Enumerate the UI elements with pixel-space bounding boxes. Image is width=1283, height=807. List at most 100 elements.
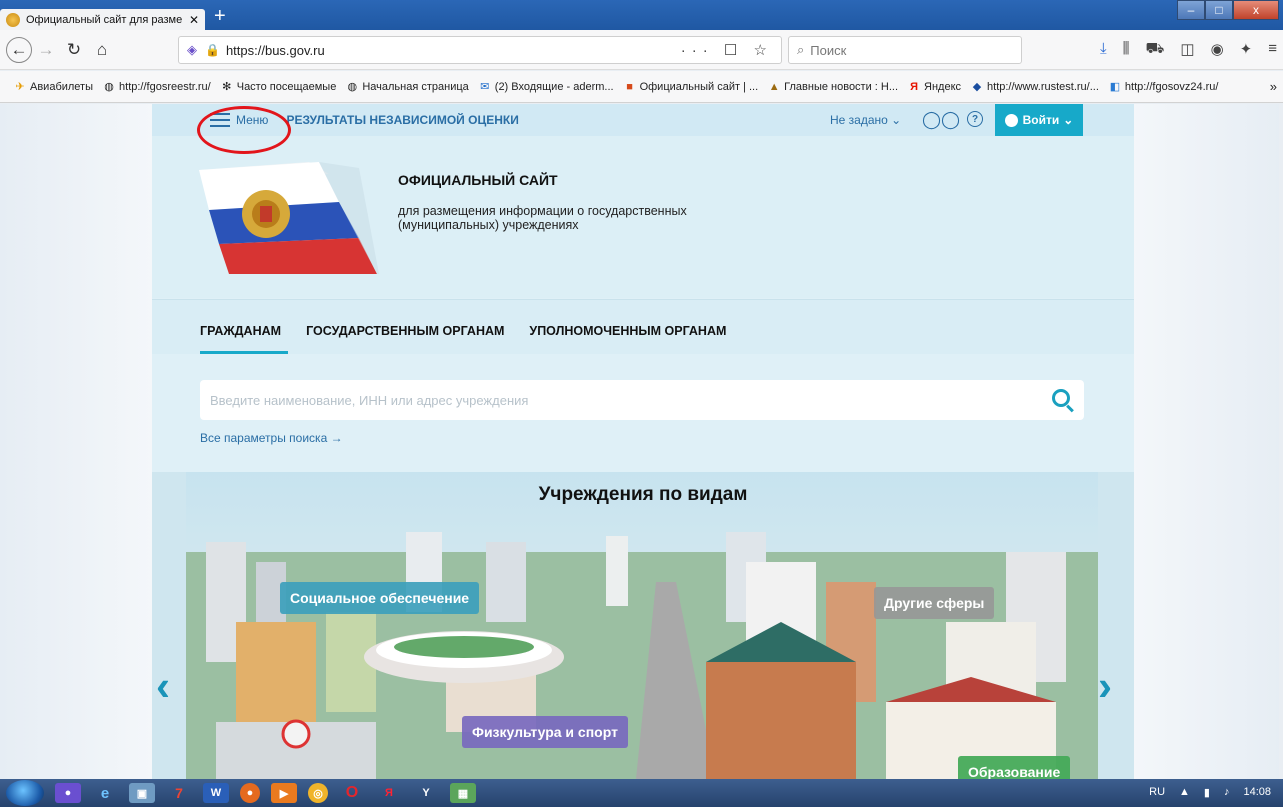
bookmark-label: Главные новости : Н... <box>784 80 899 93</box>
chrome-icon[interactable]: ◎ <box>308 783 328 803</box>
login-button[interactable]: Войти ⌄ <box>995 104 1083 136</box>
cart-icon[interactable]: ⛟ <box>1146 40 1165 59</box>
taskbar-app-icon[interactable]: ▦ <box>450 783 476 803</box>
bookmark-item[interactable]: ✻ Часто посещаемые <box>221 80 337 94</box>
taskbar-app-icon[interactable]: ● <box>55 783 81 803</box>
site-header: ОФИЦИАЛЬНЫЙ САЙТ для размещения информац… <box>152 136 1134 298</box>
os-taskbar: ● e ▣ 7 W ● ▶ ◎ O Я Y ▦ RU ▲ ▮ ♪ 14:08 <box>0 779 1283 807</box>
institution-types-carousel: Учреждения по видам Социальное обеспечен… <box>152 472 1134 779</box>
ie-browser-icon[interactable]: e <box>92 783 118 803</box>
tab-close-icon[interactable]: ✕ <box>189 13 199 27</box>
bookmark-item[interactable]: ◆ http://www.rustest.ru/... <box>971 80 1099 94</box>
sidebar-icon[interactable]: ◫ <box>1180 40 1194 59</box>
site-subtitle: для размещения информации о государствен… <box>398 204 687 232</box>
taskbar-app-icon[interactable]: 7 <box>166 783 192 803</box>
volume-icon[interactable]: ♪ <box>1224 786 1230 799</box>
lock-icon[interactable]: 🔒 <box>205 43 220 57</box>
gear-icon: ✻ <box>222 81 232 93</box>
bookmark-label: http://www.rustest.ru/... <box>987 80 1099 93</box>
back-button[interactable]: ← <box>6 36 32 63</box>
news-icon: ▲ <box>768 80 780 93</box>
highlight-circle-annotation <box>197 106 291 154</box>
browser-toolbar: ← → ↻ ⌂ ◈ 🔒 https://bus.gov.ru ··· ☐ ☆ ⌕… <box>0 30 1283 70</box>
start-button[interactable] <box>6 780 44 806</box>
browser-search-placeholder: Поиск <box>810 42 847 58</box>
tab-citizens[interactable]: ГРАЖДАНАМ <box>200 324 289 354</box>
login-label: Войти <box>1022 113 1060 127</box>
library-icon[interactable]: ⫼ <box>1123 40 1130 59</box>
bookmark-label: Часто посещаемые <box>236 80 337 93</box>
site-favicon-icon <box>6 12 20 27</box>
address-bar[interactable]: ◈ 🔒 https://bus.gov.ru ··· ☐ ☆ <box>178 36 782 64</box>
firefox-icon[interactable]: ● <box>240 783 260 803</box>
globe-icon: ◍ <box>104 81 114 93</box>
tab-state-bodies[interactable]: ГОСУДАРСТВЕННЫМ ОРГАНАМ <box>306 324 504 354</box>
tab-authorized-bodies[interactable]: УПОЛНОМОЧЕННЫМ ОРГАНАМ <box>529 324 726 354</box>
extension-icon[interactable]: ✦ <box>1240 40 1253 59</box>
bookmark-item[interactable]: ◧ http://fgosovz24.ru/ <box>1109 81 1219 94</box>
tray-expand-icon[interactable]: ▲ <box>1179 786 1190 799</box>
new-tab-button[interactable]: + <box>214 6 226 26</box>
all-search-params-link[interactable]: Все параметры поиска → <box>200 431 343 445</box>
close-window-button[interactable]: x <box>1233 0 1279 20</box>
opera-icon[interactable]: O <box>339 783 365 803</box>
home-button[interactable]: ⌂ <box>88 36 116 64</box>
search-placeholder: Введите наименование, ИНН или адрес учре… <box>210 392 529 408</box>
bookmark-label: Авиабилеты <box>30 80 94 93</box>
more-bookmarks-icon[interactable]: » <box>1270 79 1277 94</box>
bookmark-label: Яндекс <box>924 80 962 93</box>
search-icon: ⌕ <box>797 42 805 57</box>
help-icon[interactable]: ? <box>967 111 983 127</box>
bookmark-label: Начальная страница <box>362 80 469 93</box>
clock[interactable]: 14:08 <box>1243 786 1271 799</box>
bookmark-item[interactable]: ▲ Главные новости : Н... <box>768 81 898 93</box>
taskbar-app-icon[interactable]: Y <box>413 783 439 803</box>
page-actions-icon[interactable]: ··· ☐ ☆ <box>681 41 773 59</box>
forward-button[interactable]: → <box>32 36 60 64</box>
category-education[interactable]: Образование <box>958 756 1071 779</box>
carousel-prev-arrow-icon[interactable]: ‹ <box>156 662 170 710</box>
bookmark-item[interactable]: ◍ http://fgosreestr.ru/ <box>103 81 211 94</box>
category-other-areas[interactable]: Другие сферы <box>874 587 995 619</box>
hamburger-menu-icon[interactable]: ≡ <box>1268 40 1277 59</box>
language-indicator[interactable]: RU <box>1149 786 1165 799</box>
maximize-button[interactable]: □ <box>1205 0 1233 20</box>
minimize-button[interactable]: – <box>1177 0 1205 20</box>
rustest-icon: ◆ <box>972 81 982 93</box>
carousel-next-arrow-icon[interactable]: › <box>1098 662 1112 710</box>
search-icon[interactable] <box>1052 389 1070 407</box>
bookmark-item[interactable]: ■ Официальный сайт | ... <box>624 81 758 93</box>
institution-search-input[interactable]: Введите наименование, ИНН или адрес учре… <box>200 380 1084 420</box>
account-icon[interactable]: ◉ <box>1211 40 1224 59</box>
region-selector[interactable]: Не задано ⌄ <box>830 113 901 127</box>
browser-tab-strip: Официальный сайт для разме ✕ + – □ x <box>0 0 1283 30</box>
reload-button[interactable]: ↻ <box>60 36 88 64</box>
yandex-browser-icon[interactable]: Я <box>376 783 402 803</box>
browser-tools: ⤓ ⫼ ⛟ ◫ ◉ ✦ ≡ <box>1100 40 1277 59</box>
taskbar-app-icon[interactable]: ▣ <box>129 783 155 803</box>
browser-search-input[interactable]: ⌕ Поиск <box>788 36 1022 64</box>
audience-tabs: ГРАЖДАНАМ ГОСУДАРСТВЕННЫМ ОРГАНАМ УПОЛНО… <box>152 299 1134 354</box>
word-icon[interactable]: W <box>203 783 229 803</box>
download-icon[interactable]: ⤓ <box>1100 40 1107 59</box>
network-icon[interactable]: ▮ <box>1204 786 1210 799</box>
tracking-shield-icon[interactable]: ◈ <box>187 42 197 58</box>
accessibility-glasses-icon[interactable]: ◯◯ <box>922 110 960 130</box>
browser-tab[interactable]: Официальный сайт для разме ✕ <box>0 9 205 30</box>
bookmark-item[interactable]: ◍ Начальная страница <box>346 80 469 94</box>
bookmark-item[interactable]: Я Яндекс <box>908 81 961 93</box>
page-scrollbar[interactable] <box>1279 104 1283 779</box>
yandex-icon: Я <box>910 80 918 93</box>
taskbar-app-icon[interactable]: ▶ <box>271 783 297 803</box>
category-sport[interactable]: Физкультура и спорт <box>462 716 628 748</box>
category-social-security[interactable]: Социальное обеспечение <box>280 582 480 614</box>
independent-evaluation-link[interactable]: РЕЗУЛЬТАТЫ НЕЗАВИСИМОЙ ОЦЕНКИ <box>286 113 518 127</box>
system-tray: RU ▲ ▮ ♪ 14:08 <box>1149 786 1271 799</box>
bookmark-item[interactable]: ✉ (2) Входящие - aderm... <box>479 81 613 94</box>
site-top-bar: Меню РЕЗУЛЬТАТЫ НЕЗАВИСИМОЙ ОЦЕНКИ Не за… <box>152 104 1134 136</box>
russian-flag-emblem-logo <box>199 162 379 274</box>
user-icon <box>1004 113 1018 127</box>
url-text: https://bus.gov.ru <box>225 42 325 58</box>
chevron-down-icon: ⌄ <box>891 113 902 127</box>
bookmark-item[interactable]: ✈ Авиабилеты <box>14 80 94 94</box>
